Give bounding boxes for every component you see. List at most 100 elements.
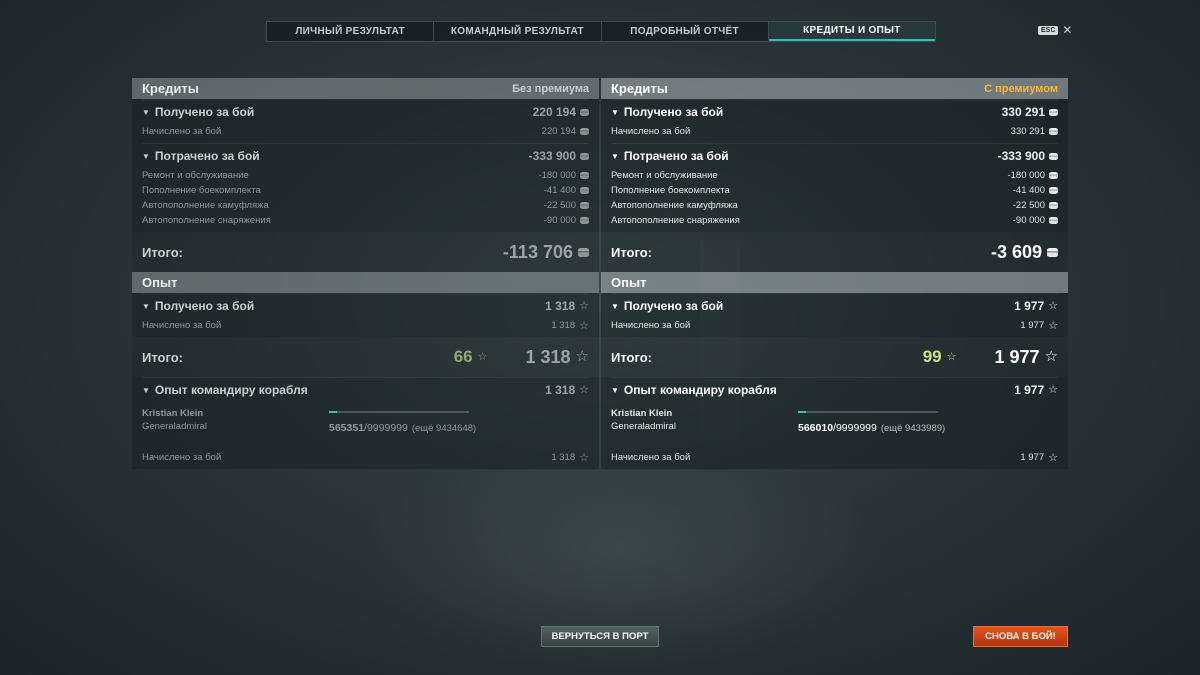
xp-total-label: Итого: [611,349,652,365]
progress-fill [329,411,337,413]
commander-xp-counter: 565351/9999999 (ещё 9434648) [329,422,476,434]
silver-coin-icon [1049,108,1058,116]
commander-xp-rows: Начислено за бой 1 318 ☆ [132,450,599,469]
xp-row: Начислено за бой 1 318 ☆ [142,450,589,465]
premium-mode-label: Без премиума [512,82,589,95]
star-outline-icon: ☆ [1048,384,1058,396]
star-outline-icon: ☆ [575,348,589,365]
credits-earned-label: Получено за бой [623,105,724,119]
xp-title: Опыт [142,275,178,290]
silver-coin-icon [580,108,589,116]
row-value: 1 977 [1020,320,1045,331]
silver-coin-icon [1049,152,1058,160]
credits-row: Автопополнение снаряжения -90 000 [142,213,589,228]
silver-coin-icon [580,128,589,135]
tab-personal-result[interactable]: ЛИЧНЫЙ РЕЗУЛЬТАТ [267,22,435,41]
tab-team-result[interactable]: КОМАНДНЫЙ РЕЗУЛЬТАТ [434,22,602,41]
silver-coin-icon [1049,187,1058,194]
credits-total-label: Итого: [611,244,652,260]
silver-coin-icon [580,202,589,209]
xp-earned-header[interactable]: ▼ Получено за бой 1 977 ☆ [611,293,1058,318]
silver-coin-icon [580,187,589,194]
triangle-down-icon: ▼ [611,152,619,161]
xp-title: Опыт [611,275,647,290]
row-value: -41 400 [1012,185,1045,196]
credits-earned-group: ▼ Получено за бой 330 291 Начислено за бо… [601,99,1068,143]
commander-card: Kristian Klein Generaladmiral 566010/999… [601,402,1068,450]
xp-section-header: Опыт [601,272,1068,293]
star-outline-icon: ☆ [477,351,488,363]
commander-xp-header[interactable]: ▼ Опыт командиру корабля 1 977 ☆ [611,377,1058,402]
triangle-down-icon: ▼ [611,108,619,117]
silver-coin-icon [580,217,589,224]
triangle-down-icon: ▼ [142,152,150,161]
premium-mode-label: С премиумом [984,82,1058,95]
close-icon[interactable]: ✕ [1062,24,1072,36]
return-to-port-button[interactable]: ВЕРНУТЬСЯ В ПОРТ [541,626,659,647]
credits-row: Пополнение боекомплекта -41 400 [611,183,1058,198]
triangle-down-icon: ▼ [142,386,150,395]
triangle-down-icon: ▼ [611,302,619,311]
silver-coin-icon [580,152,589,160]
credits-spent-header[interactable]: ▼ Потрачено за бой -333 900 [142,143,589,168]
tab-detailed-report[interactable]: ПОДРОБНЫЙ ОТЧЁТ [602,22,769,41]
row-value: -41 400 [543,185,576,196]
xp-total-value: 1 318 [525,346,571,367]
esc-close-button[interactable]: ESC ✕ [1038,24,1072,36]
triangle-down-icon: ▼ [142,302,150,311]
row-value: -180 000 [538,170,576,181]
credits-title: Кредиты [142,81,199,96]
credits-earned-header[interactable]: ▼ Получено за бой 220 194 [142,99,589,124]
panel-without-premium: Кредиты Без премиума ▼ Получено за бой 22… [132,78,599,469]
credits-spent-label: Потрачено за бой [623,149,729,163]
commander-card: Kristian Klein Generaladmiral 565351/999… [132,402,599,450]
commander-name: Kristian Klein [142,408,204,419]
row-value: 1 977 [1020,452,1045,463]
commander-xp-current: 565351 [329,422,365,434]
row-value: -22 500 [543,200,576,211]
star-outline-icon: ☆ [1044,348,1058,365]
free-xp-value: 66 [453,347,473,366]
credits-total-value: -113 706 [502,241,573,262]
star-outline-icon: ☆ [1048,451,1058,464]
xp-row: Начислено за бой 1 318 ☆ [142,318,589,333]
triangle-down-icon: ▼ [611,386,619,395]
xp-row: Начислено за бой 1 977 ☆ [611,318,1058,333]
credits-title: Кредиты [611,81,668,96]
row-value: -90 000 [1012,215,1045,226]
row-value: -90 000 [543,215,576,226]
xp-total: Итого: 66 ☆ 1 318 ☆ [132,337,599,377]
row-label: Начислено за бой [611,452,691,463]
commander-name: Kristian Klein [611,408,673,419]
credits-earned-header[interactable]: ▼ Получено за бой 330 291 [611,99,1058,124]
commander-xp-header[interactable]: ▼ Опыт командиру корабля 1 318 ☆ [142,377,589,402]
credits-spent-value: -333 900 [528,149,576,163]
credits-row: Начислено за бой 220 194 [142,124,589,139]
commander-xp-remaining: (ещё 9434648) [411,423,477,434]
row-label: Начислено за бой [142,126,222,137]
credits-total-value: -3 609 [990,241,1042,262]
xp-earned-header[interactable]: ▼ Получено за бой 1 318 ☆ [142,293,589,318]
xp-section-header: Опыт [132,272,599,293]
credits-spent-header[interactable]: ▼ Потрачено за бой -333 900 [611,143,1058,168]
credits-section-header: Кредиты Без премиума [132,78,599,99]
progress-fill [798,411,806,413]
silver-coin-icon [580,172,589,179]
star-outline-icon: ☆ [1048,319,1058,332]
credits-spent-value: -333 900 [997,149,1045,163]
tab-credits-and-xp[interactable]: КРЕДИТЫ И ОПЫТ [768,22,935,41]
battle-again-button[interactable]: СНОВА В БОЙ! [973,626,1068,647]
star-outline-icon: ☆ [579,300,589,312]
credits-section-header: Кредиты С премиумом [601,78,1068,99]
xp-total-label: Итого: [142,349,183,365]
row-value: 1 318 [551,452,576,463]
xp-earned-value: 1 318 [545,299,576,313]
credits-spent-group: ▼ Потрачено за бой -333 900 Ремонт и обсл… [132,143,599,232]
row-label: Начислено за бой [142,320,222,331]
silver-coin-icon [1049,172,1058,179]
credits-earned-label: Получено за бой [154,105,255,119]
xp-earned-label: Получено за бой [623,299,724,313]
commander-xp-label: Опыт командиру корабля [623,383,777,397]
credits-earned-value: 330 291 [1001,105,1045,119]
commander-xp-group: ▼ Опыт командиру корабля 1 318 ☆ [132,377,599,402]
